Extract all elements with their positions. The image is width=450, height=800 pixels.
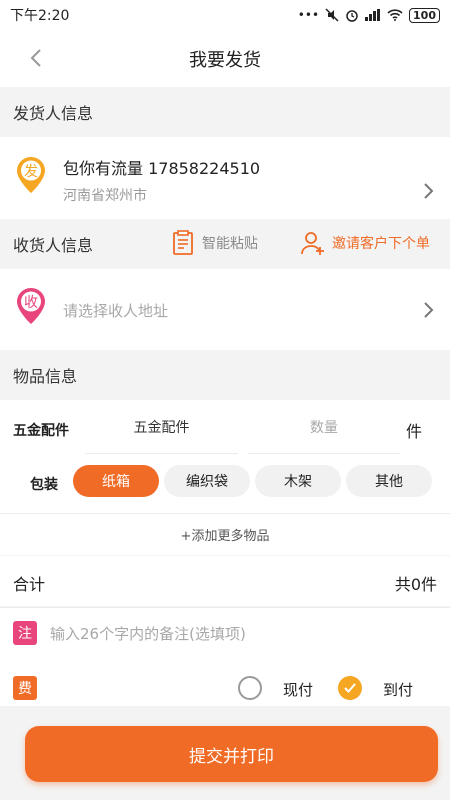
goods-section-title: 物品信息	[0, 350, 450, 400]
battery-icon: 100	[409, 7, 440, 23]
remark-row[interactable]: 注 输入26个字内的备注(选填项)	[0, 607, 450, 659]
prepaid-label[interactable]: 现付	[283, 679, 313, 700]
status-time: 下午2:20	[10, 8, 70, 24]
sender-pin-icon: 发	[17, 157, 45, 193]
status-icons: ••• 100	[297, 7, 440, 23]
alarm-icon	[346, 10, 358, 22]
remark-input[interactable]: 输入26个字内的备注(选填项)	[50, 623, 246, 644]
item-name-input[interactable]: 五金配件	[85, 400, 238, 454]
mute-icon	[325, 8, 339, 22]
add-more-items-button[interactable]: +添加更多物品	[0, 513, 450, 555]
receiver-badge: 收	[24, 295, 38, 311]
quantity-input[interactable]: 数量	[248, 400, 400, 454]
fee-badge: 费	[13, 676, 37, 700]
wifi-icon	[387, 9, 403, 21]
total-value: 共0件	[394, 575, 437, 594]
chevron-right-icon	[424, 302, 434, 318]
chevron-left-icon	[30, 49, 41, 67]
smart-paste-label: 智能粘贴	[202, 236, 258, 252]
status-bar: 下午2:20 ••• 100	[0, 0, 450, 30]
packaging-label: 包装	[30, 477, 58, 493]
pack-option-carton[interactable]: 纸箱	[73, 465, 159, 497]
prepaid-radio[interactable]	[238, 676, 262, 700]
sender-section-title: 发货人信息	[0, 87, 450, 137]
nav-bar: 我要发货	[0, 30, 450, 87]
fee-row: 费 现付 到付	[0, 659, 450, 706]
page-title: 我要发货	[189, 49, 261, 71]
invite-customer-label: 邀请客户下个单	[332, 236, 430, 252]
paste-icon	[173, 230, 193, 255]
check-icon	[344, 683, 356, 693]
pack-option-woven-bag[interactable]: 编织袋	[164, 465, 250, 497]
smart-paste-button[interactable]: 智能粘贴	[172, 230, 258, 256]
receiver-address-placeholder: 请选择收人地址	[63, 302, 169, 320]
chevron-right-icon	[424, 183, 434, 199]
sender-card[interactable]: 发 包你有流量 17858224510 河南省郑州市	[0, 137, 450, 219]
submit-print-button[interactable]: 提交并打印	[25, 726, 438, 782]
submit-area: 提交并打印	[0, 706, 450, 800]
pack-option-other[interactable]: 其他	[346, 465, 432, 497]
quantity-unit: 件	[406, 422, 423, 441]
total-row: 合计 共0件	[0, 556, 450, 606]
total-label: 合计	[13, 575, 46, 594]
signal-icon	[365, 9, 381, 21]
sender-address: 河南省郑州市	[63, 188, 147, 204]
receiver-section-label: 收货人信息	[13, 236, 94, 255]
back-button[interactable]	[22, 44, 50, 72]
invite-customer-button[interactable]: 邀请客户下个单	[300, 230, 430, 256]
collect-label[interactable]: 到付	[383, 679, 413, 700]
collect-radio[interactable]	[338, 676, 362, 700]
receiver-pin-icon: 收	[17, 288, 45, 324]
sender-badge: 发	[24, 164, 38, 180]
item-category-label: 五金配件	[13, 423, 69, 439]
pack-option-wooden-frame[interactable]: 木架	[255, 465, 341, 497]
receiver-card[interactable]: 收 请选择收人地址	[0, 269, 450, 350]
add-user-icon	[301, 232, 324, 255]
more-dots-icon: •••	[297, 8, 320, 22]
sender-name-phone: 包你有流量 17858224510	[63, 159, 261, 178]
remark-badge: 注	[13, 621, 37, 645]
